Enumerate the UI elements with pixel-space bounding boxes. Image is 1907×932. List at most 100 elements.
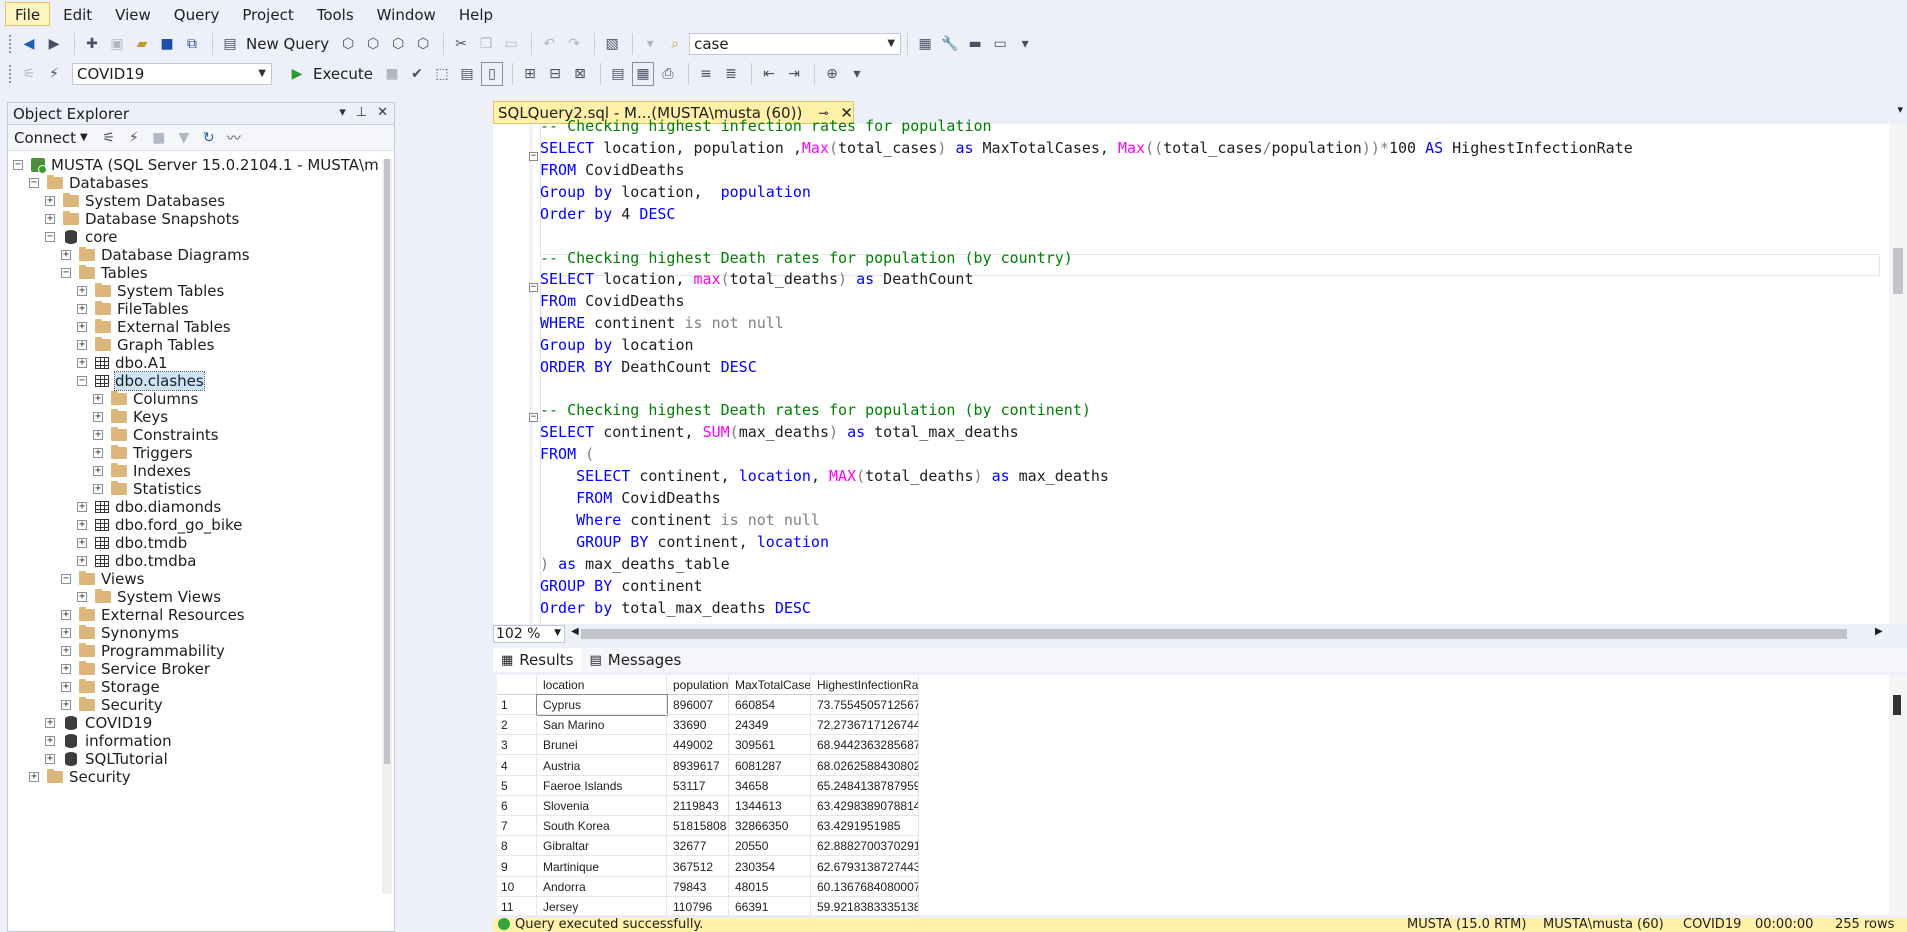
expand-icon[interactable]: +	[61, 645, 71, 656]
expand-icon[interactable]: +	[61, 699, 71, 710]
table-cell[interactable]: 53117	[667, 775, 729, 796]
forward-icon[interactable]: ▶	[43, 32, 65, 56]
table-cell[interactable]: Brunei	[537, 735, 667, 756]
scrollbar-thumb[interactable]	[384, 159, 390, 764]
table-row[interactable]: 5 Faeroe Islands 53117 34658 65.248413878795…	[497, 775, 997, 796]
expand-icon[interactable]: +	[45, 195, 55, 206]
table-row[interactable]: 9 Martinique 367512 230354 62.6793138727443	[497, 856, 997, 877]
table-cell[interactable]: 72.2736717126744	[811, 715, 919, 736]
column-header[interactable]: location	[537, 675, 667, 695]
table-cell[interactable]: 66391	[729, 897, 811, 917]
terminal-icon[interactable]: ▭	[989, 32, 1011, 56]
expand-icon[interactable]: +	[93, 411, 103, 422]
redo-icon[interactable]: ↷	[563, 32, 585, 56]
collapse-icon[interactable]: −	[45, 231, 55, 242]
find-in-files-icon[interactable]: ⌕	[664, 32, 686, 56]
new-query-button[interactable]: New Query	[246, 35, 329, 53]
table-row[interactable]: 3 Brunei 449002 309561 68.9442363285687	[497, 735, 997, 756]
chevron-down-icon[interactable]: ▼	[887, 38, 895, 49]
row-number-cell[interactable]: 4	[497, 755, 537, 776]
table-row[interactable]: 1 Cyprus 896007 660854 73.7554505712567	[497, 694, 997, 716]
connect-icon[interactable]: ⚟	[98, 126, 120, 150]
toolbar-overflow-icon[interactable]: ▾	[846, 62, 868, 86]
table-cell[interactable]: Cyprus	[536, 694, 668, 716]
expand-icon[interactable]: +	[77, 357, 87, 368]
expand-icon[interactable]: +	[77, 519, 87, 530]
table-row[interactable]: 11 Jersey 110796 66391 59.9218383335138	[497, 897, 997, 917]
menu-tools[interactable]: Tools	[307, 2, 364, 26]
scrollbar-thumb[interactable]	[1893, 695, 1901, 715]
table-cell[interactable]: 896007	[667, 695, 729, 715]
increase-indent-icon[interactable]: ⇥	[783, 62, 805, 86]
tab-messages[interactable]: ▤ Messages	[581, 648, 689, 672]
properties-icon[interactable]: 🔧	[939, 32, 961, 56]
table-cell[interactable]: 79843	[667, 876, 729, 897]
expand-icon[interactable]: +	[77, 555, 87, 566]
collapse-icon[interactable]: −	[61, 573, 71, 584]
new-query-icon[interactable]: ▤	[219, 32, 241, 56]
copy-icon[interactable]: ❐	[475, 32, 497, 56]
table-cell[interactable]: 6081287	[729, 755, 811, 776]
table-cell[interactable]: 32677	[667, 836, 729, 857]
cancel-query-icon[interactable]: ■	[381, 62, 403, 86]
toolbox-icon[interactable]: ▬	[964, 32, 986, 56]
xmla-query-icon[interactable]: ⬡	[387, 32, 409, 56]
tree-node-security-server[interactable]: + Security	[29, 766, 131, 787]
table-cell[interactable]: 20550	[729, 836, 811, 857]
expand-icon[interactable]: +	[45, 717, 55, 728]
scrollbar-thumb[interactable]	[1893, 248, 1903, 294]
expand-icon[interactable]: +	[77, 321, 87, 332]
expand-icon[interactable]: +	[61, 681, 71, 692]
table-cell[interactable]: 33690	[667, 715, 729, 736]
connect-dropdown[interactable]: Connect	[14, 129, 76, 147]
row-number-cell[interactable]: 11	[497, 897, 537, 917]
object-explorer-scrollbar[interactable]	[382, 159, 392, 894]
table-cell[interactable]: 8939617	[667, 755, 729, 776]
table-cell[interactable]: San Marino	[537, 715, 667, 736]
add-item-icon[interactable]: ▣	[106, 32, 128, 56]
close-icon[interactable]: ✕	[377, 105, 388, 120]
menu-file[interactable]: File	[5, 2, 51, 26]
expand-icon[interactable]: +	[77, 303, 87, 314]
row-number-cell[interactable]: 3	[497, 735, 537, 756]
back-icon[interactable]: ◀	[18, 32, 40, 56]
chevron-down-icon[interactable]: ▼	[258, 68, 266, 79]
table-cell[interactable]: 449002	[667, 735, 729, 756]
expand-icon[interactable]: +	[29, 771, 39, 782]
menu-help[interactable]: Help	[449, 2, 503, 26]
collapse-icon[interactable]: −	[13, 159, 23, 170]
editor-vertical-scrollbar[interactable]	[1889, 124, 1907, 624]
collapse-icon[interactable]: −	[77, 375, 87, 386]
table-cell[interactable]: 51815808	[667, 816, 729, 837]
sql-editor[interactable]: − − − -- Checking highest infection rate…	[493, 117, 1907, 624]
chevron-down-icon[interactable]: ▼	[554, 628, 561, 638]
code-area[interactable]: -- Checking highest infection rates for …	[540, 117, 1880, 624]
expand-icon[interactable]: +	[61, 249, 71, 260]
client-stats-icon[interactable]: ⊠	[569, 62, 591, 86]
table-cell[interactable]: 1344613	[729, 796, 811, 816]
activity-icon[interactable]: 〰	[223, 126, 245, 150]
table-row[interactable]: 2 San Marino 33690 24349 72.2736717126744	[497, 715, 997, 736]
stop-icon[interactable]: ■	[148, 126, 170, 150]
table-cell[interactable]: 68.0262588430802	[811, 755, 919, 776]
collapse-icon[interactable]: −	[29, 177, 39, 188]
collapse-icon[interactable]: −	[529, 413, 538, 422]
execute-icon[interactable]: ▶	[286, 62, 308, 86]
expand-icon[interactable]: +	[77, 285, 87, 296]
table-cell[interactable]: 65.2484138787959	[811, 775, 919, 796]
mdx-query-icon[interactable]: ⬡	[337, 32, 359, 56]
table-cell[interactable]: South Korea	[537, 816, 667, 837]
expand-icon[interactable]: +	[45, 753, 55, 764]
collapse-icon[interactable]: −	[529, 283, 538, 292]
comment-icon[interactable]: ≡	[695, 62, 717, 86]
open-file-icon[interactable]: ▰	[131, 32, 153, 56]
expand-icon[interactable]: +	[45, 735, 55, 746]
dmx-query-icon[interactable]: ⬡	[362, 32, 384, 56]
table-cell[interactable]: Jersey	[537, 897, 667, 917]
filter-icon[interactable]: ▼	[173, 126, 195, 150]
chevron-down-icon[interactable]: ▾	[1897, 103, 1903, 116]
table-cell[interactable]: 309561	[729, 735, 811, 756]
results-vertical-scrollbar[interactable]	[1889, 675, 1907, 915]
collapse-icon[interactable]: −	[61, 267, 71, 278]
expand-icon[interactable]: +	[61, 627, 71, 638]
